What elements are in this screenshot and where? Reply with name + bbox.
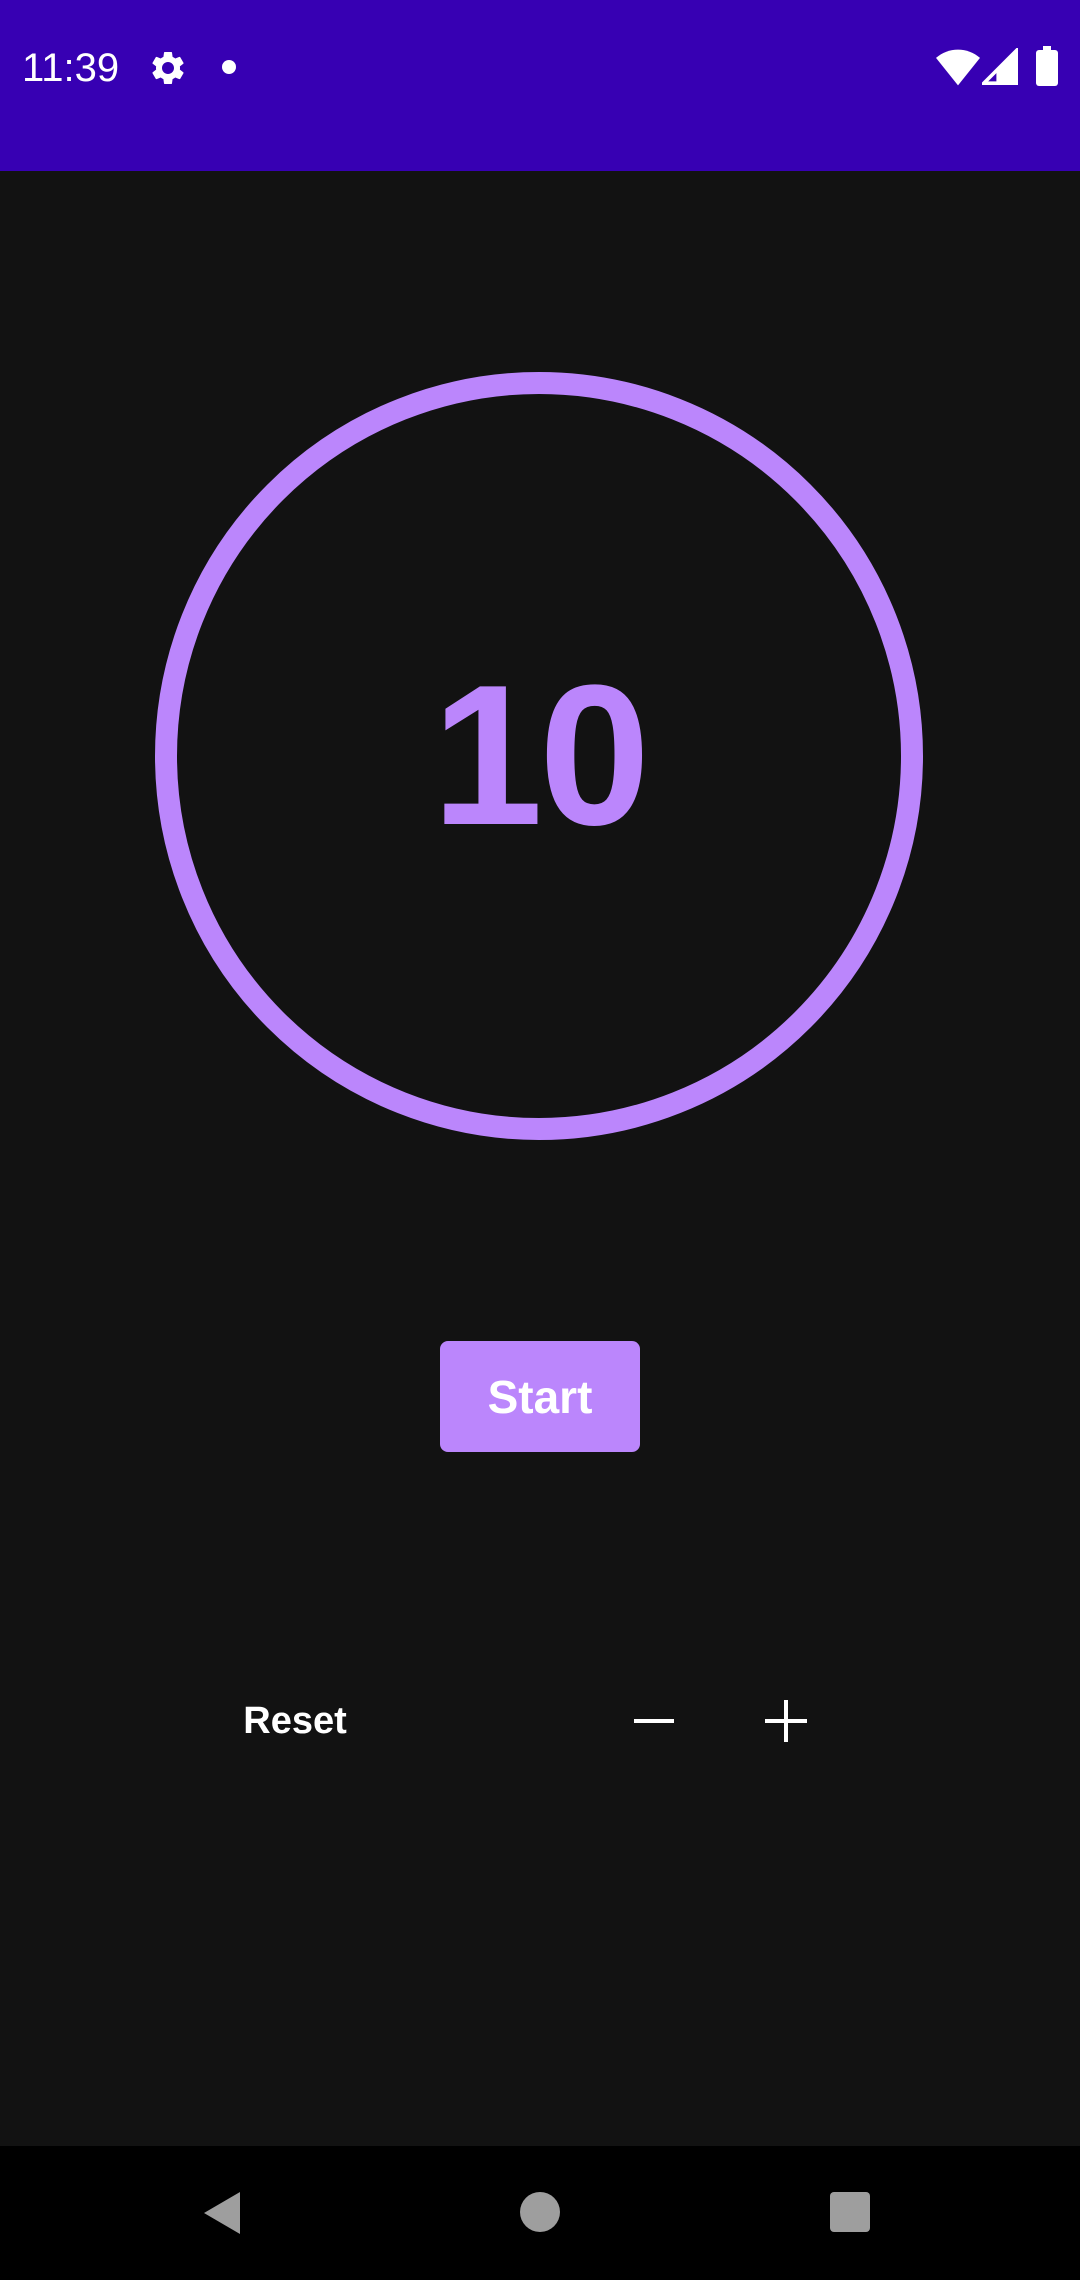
timer-screen: 10 Start Reset <box>0 171 1080 2146</box>
home-icon[interactable] <box>520 2192 560 2232</box>
reset-button[interactable]: Reset <box>220 1671 370 1771</box>
status-time: 11:39 <box>22 46 120 90</box>
decrement-button[interactable] <box>604 1671 704 1771</box>
start-button[interactable]: Start <box>440 1341 640 1452</box>
increment-button[interactable] <box>736 1671 836 1771</box>
notification-dot-icon <box>222 60 236 74</box>
plus-icon <box>765 1700 807 1742</box>
cell-signal-icon <box>982 48 1018 85</box>
wifi-icon <box>936 49 980 86</box>
minus-icon <box>634 1719 674 1723</box>
back-icon[interactable] <box>200 2190 246 2236</box>
timer-value: 10 <box>431 644 650 867</box>
recents-icon[interactable] <box>830 2192 870 2232</box>
gear-icon <box>152 51 184 84</box>
status-bar: 11:39 <box>0 0 1080 171</box>
battery-icon <box>1036 46 1058 86</box>
navigation-bar <box>0 2146 1080 2280</box>
